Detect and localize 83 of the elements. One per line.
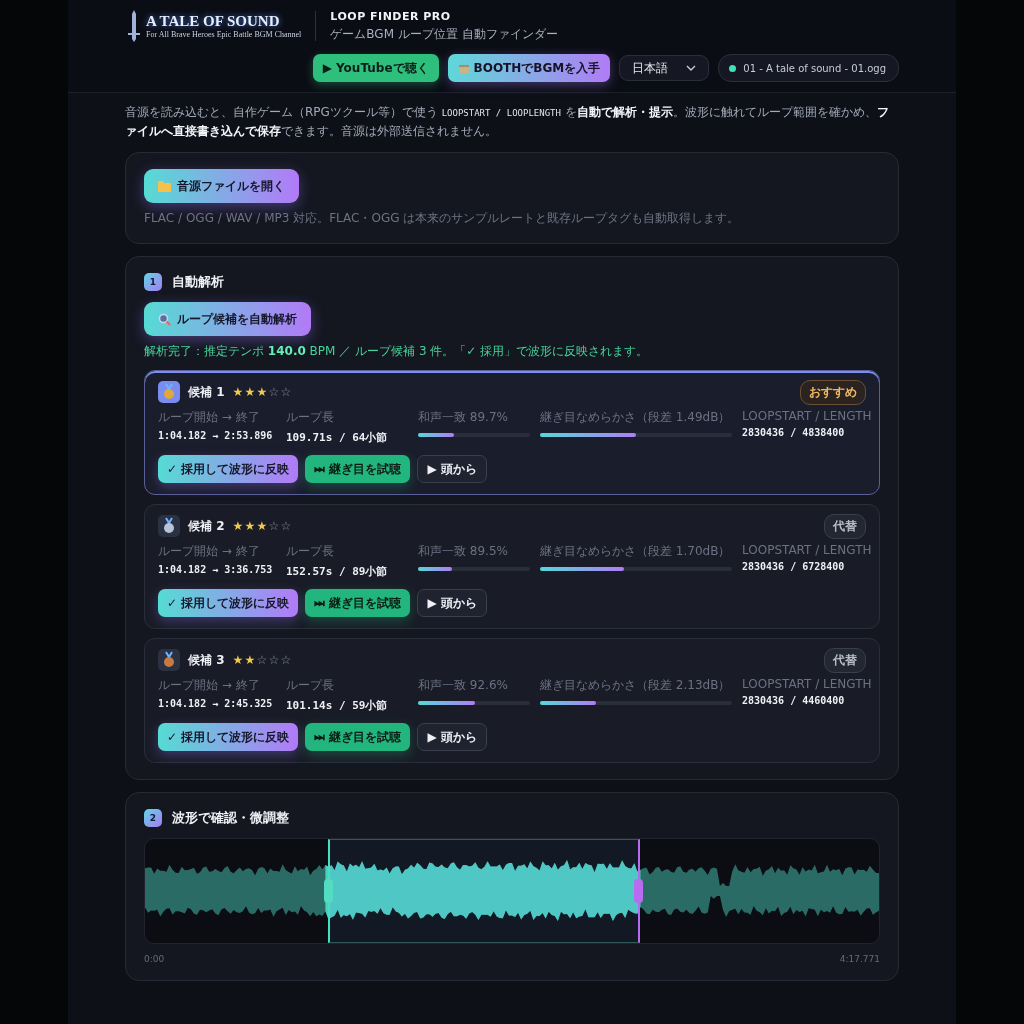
file-name: 01 - A tale of sound - 01.ogg: [743, 62, 886, 74]
metric-label: LOOPSTART / LENGTH: [742, 409, 872, 423]
metric-label: ループ長: [286, 409, 335, 426]
step-number: 1: [144, 273, 162, 291]
metric-label: ループ長: [286, 543, 335, 560]
adopt-button[interactable]: ✓ 採用して波形に反映: [158, 589, 299, 617]
language-select[interactable]: 日本語: [619, 55, 710, 81]
open-file-button[interactable]: 音源ファイルを開く: [144, 169, 299, 203]
metric-label: ループ長: [286, 677, 335, 694]
metric-label: 和声一致 89.5%: [418, 543, 509, 560]
analysis-status: 解析完了：推定テンポ 140.0 BPM ／ ループ候補 3 件。「✓ 採用」で波形に反映されます。: [144, 343, 649, 360]
app-title: LOOP FINDER PRO: [330, 9, 452, 23]
candidate-title: 候補 2: [188, 517, 225, 535]
play-from-start-button[interactable]: ▶ 頭から: [417, 589, 487, 617]
metric-label: ループ開始 → 終了: [158, 543, 261, 560]
format-note: FLAC / OGG / WAV / MP3 対応。FLAC・OGG は本来のサンプルレートと既存ループタグも自動取得します。: [144, 210, 741, 227]
auto-analyze-button[interactable]: ループ候補を自動解析: [144, 302, 311, 336]
loop-length: 109.71s / 64小節: [286, 430, 389, 445]
search-icon: [158, 312, 171, 326]
star-icon: ☆: [280, 519, 293, 533]
star-icon: ★: [244, 653, 257, 667]
section-title: 自動解析: [172, 273, 224, 291]
star-icon: ☆: [268, 653, 281, 667]
preview-seam-button[interactable]: ⏭ 継ぎ目を試聴: [305, 589, 411, 617]
star-icon: ☆: [268, 385, 281, 399]
loop-tags: 2830436 / 4838400: [742, 427, 872, 438]
metric-label: 和声一致 89.7%: [418, 409, 509, 426]
loop-length: 101.14s / 59小節: [286, 698, 389, 713]
star-icon: ☆: [280, 653, 293, 667]
logo-title: A TALE OF SOUND: [146, 13, 281, 30]
metric-label: ループ開始 → 終了: [158, 409, 261, 426]
booth-button[interactable]: BOOTHでBGMを入手: [447, 54, 611, 82]
star-icon: ★: [232, 653, 245, 667]
candidate-title: 候補 1: [188, 383, 225, 401]
loop-tags: 2830436 / 6728400: [742, 561, 872, 572]
metric-label: ループ開始 → 終了: [158, 677, 261, 694]
star-icon: ★: [256, 519, 269, 533]
star-icon: ☆: [268, 519, 281, 533]
recommended-badge: おすすめ: [800, 379, 866, 405]
section-title: 波形で確認・微調整: [172, 809, 289, 827]
adopt-button[interactable]: ✓ 採用して波形に反映: [158, 455, 299, 483]
loop-range: 1:04.182 → 3:36.753: [158, 564, 274, 575]
star-icon: ★: [244, 385, 257, 399]
metric-label: 和声一致 92.6%: [418, 677, 509, 694]
loop-length: 152.57s / 89小節: [286, 564, 389, 579]
time-label: 0:00: [144, 954, 165, 964]
star-icon: ★: [232, 519, 245, 533]
loop-tags: 2830436 / 4460400: [742, 695, 872, 706]
metric-label: 継ぎ目なめらかさ（段差 1.49dB）: [540, 409, 732, 426]
folder-icon: [158, 180, 171, 192]
medal-icon: [158, 515, 180, 537]
play-from-start-button[interactable]: ▶ 頭から: [417, 723, 487, 751]
alternative-badge: 代替: [824, 513, 866, 539]
star-icon: ☆: [256, 653, 269, 667]
chevron-down-icon: [686, 65, 697, 71]
intro-text: 音源を読み込むと、自作ゲーム（RPGツクール等）で使う LOOPSTART / LOOPLENGTH を自動で解析・提示。波形に触れてループ範囲を確かめ、ファイルへ直接書き込んで保存できます。音源は外部送信されません。: [125, 104, 890, 140]
star-icon: ★: [244, 519, 257, 533]
sword-icon: [125, 9, 143, 43]
star-icon: ★: [256, 385, 269, 399]
app-subtitle: ゲームBGM ループ位置 自動ファインダー: [330, 25, 558, 43]
loop-range: 1:04.182 → 2:45.325: [158, 698, 274, 709]
loop-range: 1:04.182 → 2:53.896: [158, 430, 274, 441]
step-number: 2: [144, 809, 162, 827]
adopt-button[interactable]: ✓ 採用して波形に反映: [158, 723, 299, 751]
alternative-badge: 代替: [824, 647, 866, 673]
metric-label: 継ぎ目なめらかさ（段差 1.70dB）: [540, 543, 732, 560]
metric-label: LOOPSTART / LENGTH: [742, 543, 872, 557]
medal-icon: [158, 649, 180, 671]
preview-seam-button[interactable]: ⏭ 継ぎ目を試聴: [305, 723, 411, 751]
youtube-button[interactable]: ▶ YouTubeで聴く: [312, 54, 439, 82]
metric-label: 継ぎ目なめらかさ（段差 2.13dB）: [540, 677, 732, 694]
medal-icon: [158, 381, 180, 403]
candidate-title: 候補 3: [188, 651, 225, 669]
metric-label: LOOPSTART / LENGTH: [742, 677, 872, 691]
logo-subtitle: For All Brave Heroes Epic Battle BGM Channel: [146, 30, 302, 39]
star-icon: ☆: [280, 385, 293, 399]
preview-seam-button[interactable]: ⏭ 継ぎ目を試聴: [305, 455, 411, 483]
package-icon: [457, 62, 470, 74]
play-from-start-button[interactable]: ▶ 頭から: [417, 455, 487, 483]
loop-end-handle[interactable]: [633, 879, 643, 903]
loop-start-handle[interactable]: [323, 879, 333, 903]
star-icon: ★: [232, 385, 245, 399]
time-label: 4:17.771: [839, 954, 880, 964]
